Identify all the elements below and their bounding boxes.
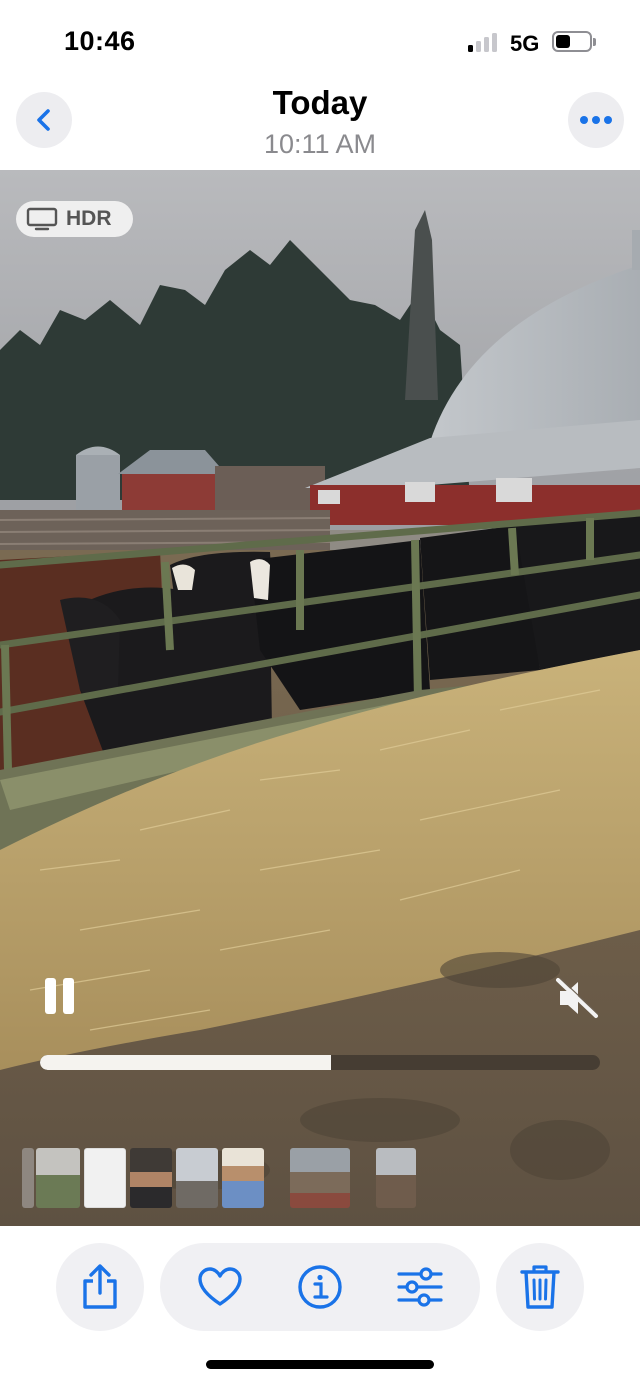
display-icon [26, 207, 58, 231]
video-scrubber[interactable] [40, 1055, 600, 1070]
adjust-button[interactable] [376, 1243, 464, 1331]
action-group [160, 1243, 480, 1331]
trash-icon [520, 1265, 560, 1309]
sliders-icon [397, 1267, 443, 1307]
more-button[interactable] [568, 92, 624, 148]
video-viewer[interactable]: HDR [0, 170, 640, 1226]
hdr-badge[interactable]: HDR [16, 201, 133, 237]
home-indicator[interactable] [206, 1360, 434, 1369]
pause-icon [45, 978, 56, 1014]
thumbnail[interactable] [290, 1148, 350, 1208]
info-button[interactable] [276, 1243, 364, 1331]
thumbnail[interactable] [36, 1148, 80, 1208]
speaker-muted-icon [556, 977, 599, 1018]
share-button[interactable] [56, 1243, 144, 1331]
hdr-label: HDR [66, 207, 112, 230]
ellipsis-icon [580, 116, 612, 124]
thumbnail[interactable] [84, 1148, 126, 1208]
thumbnail[interactable] [130, 1148, 172, 1208]
photo-timestamp: 10:11 AM [263, 129, 377, 159]
status-time: 10:46 [64, 26, 136, 56]
share-icon [83, 1264, 117, 1309]
favorite-button[interactable] [176, 1243, 264, 1331]
thumbnail[interactable] [176, 1148, 218, 1208]
heart-icon [198, 1267, 242, 1306]
thumbnail[interactable] [376, 1148, 416, 1208]
battery-icon [552, 31, 592, 52]
scrubber-progress [40, 1055, 332, 1070]
battery-tip [593, 38, 596, 46]
page-title: Today [272, 84, 368, 121]
photo-header: Today 10:11 AM [0, 84, 640, 170]
thumbnail-strip [0, 1146, 640, 1210]
pause-icon-bar [63, 978, 74, 1014]
thumbnail[interactable] [222, 1148, 264, 1208]
delete-button[interactable] [496, 1243, 584, 1331]
thumbnail[interactable] [22, 1148, 34, 1208]
pause-button[interactable] [42, 976, 78, 1016]
mute-button[interactable] [554, 976, 600, 1020]
network-type: 5G [510, 31, 540, 56]
status-bar: 10:46 5G [0, 0, 640, 84]
battery-level [556, 35, 570, 48]
info-icon [298, 1265, 342, 1309]
cellular-signal-icon [468, 32, 500, 52]
